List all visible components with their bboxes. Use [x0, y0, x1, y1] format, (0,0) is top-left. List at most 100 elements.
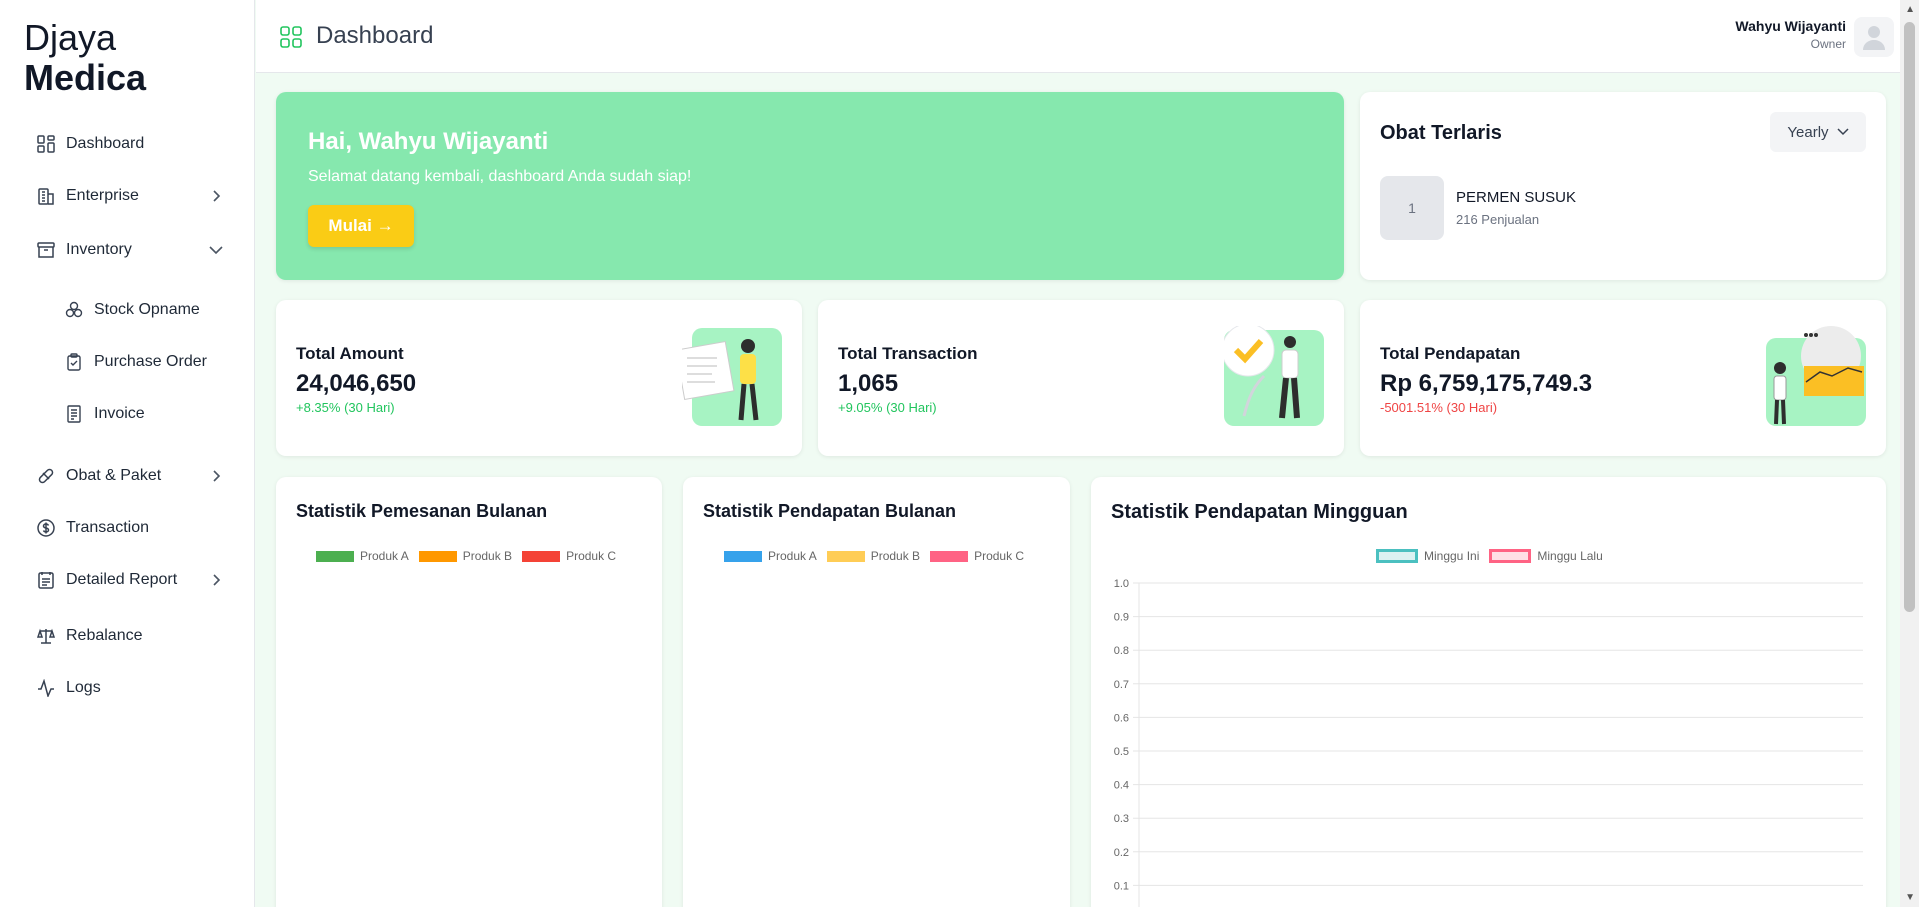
person-document-illustration [682, 328, 782, 426]
sidebar-item-label: Detailed Report [66, 571, 178, 588]
receipt-icon [64, 404, 84, 424]
building-icon [36, 186, 56, 206]
sidebar-item-label: Inventory [66, 241, 132, 258]
legend-label: Produk C [974, 549, 1025, 563]
stat-value: 24,046,650 [296, 370, 417, 397]
brand-logo[interactable]: Djaya Medica [24, 18, 146, 98]
archive-icon [36, 240, 56, 260]
stat-card-total-pendapatan: Total Pendapatan Rp 6,759,175,749.3 -500… [1360, 300, 1886, 456]
stat-value: Rp 6,759,175,749.3 [1380, 370, 1593, 397]
scroll-up-icon[interactable]: ▲ [1905, 4, 1915, 15]
legend-item[interactable]: Minggu Lalu [1489, 549, 1603, 563]
chart-title: Statistik Pendapatan Mingguan [1111, 501, 1408, 523]
legend-item[interactable]: Produk A [316, 549, 409, 563]
legend-item[interactable]: Produk B [418, 549, 513, 563]
legend-label: Produk A [768, 549, 817, 563]
stat-change: +9.05% (30 Hari) [838, 400, 937, 415]
clipboard-check-icon [64, 352, 84, 372]
chevron-right-icon [206, 570, 226, 590]
scroll-thumb[interactable] [1904, 22, 1915, 612]
scale-icon [36, 626, 56, 646]
chart-monthly-revenue: Statistik Pendapatan Bulanan Produk A Pr… [683, 477, 1070, 907]
y-tick-label: 0.2 [1114, 847, 1129, 859]
sidebar-item-transaction[interactable]: Transaction [36, 510, 226, 546]
start-button[interactable]: Mulai → [308, 205, 414, 247]
y-tick-label: 0.5 [1114, 746, 1129, 758]
medicine-name: PERMEN SUSUK [1456, 189, 1577, 206]
welcome-subtitle: Selamat datang kembali, dashboard Anda s… [308, 168, 692, 185]
welcome-banner: Hai, Wahyu Wijayanti Selamat datang kemb… [276, 92, 1344, 280]
welcome-greeting: Hai, Wahyu Wijayanti [308, 128, 549, 155]
sidebar: Djaya Medica Dashboard Enterprise Invent… [0, 0, 255, 907]
sidebar-item-rebalance[interactable]: Rebalance [36, 618, 226, 654]
sidebar-item-enterprise[interactable]: Enterprise [36, 178, 226, 214]
stat-value: 1,065 [838, 370, 899, 397]
medicine-sales: 216 Penjualan [1456, 212, 1540, 227]
stat-label: Total Transaction [838, 344, 978, 363]
y-tick-label: 0.4 [1114, 780, 1129, 792]
activity-icon [36, 678, 56, 698]
presentation-chart-illustration [1766, 326, 1866, 426]
chart-title: Statistik Pendapatan Bulanan [703, 501, 957, 521]
stat-label: Total Amount [296, 344, 404, 363]
y-tick-label: 0.6 [1114, 712, 1129, 724]
chart-legend: Minggu Ini Minggu Lalu [1376, 549, 1603, 563]
legend-item[interactable]: Produk C [522, 549, 616, 563]
sidebar-item-dashboard[interactable]: Dashboard [36, 126, 226, 162]
period-dropdown-value: Yearly [1787, 123, 1829, 141]
stat-change: -5001.51% (30 Hari) [1380, 400, 1498, 415]
sidebar-item-label: Stock Opname [94, 301, 200, 318]
chart-legend: Produk A Produk B Produk C [724, 549, 1024, 563]
legend-label: Minggu Ini [1424, 549, 1480, 563]
chevron-right-icon [206, 466, 226, 486]
sidebar-item-logs[interactable]: Logs [36, 670, 226, 706]
sidebar-item-label: Dashboard [66, 135, 145, 152]
sidebar-item-obat-paket[interactable]: Obat & Paket [36, 458, 226, 494]
legend-label: Produk A [360, 549, 409, 563]
sidebar-item-inventory[interactable]: Inventory [36, 232, 226, 268]
user-info[interactable]: Wahyu Wijayanti Owner [1735, 18, 1846, 51]
sidebar-item-stock-opname[interactable]: Stock Opname [64, 292, 224, 328]
legend-label: Produk B [462, 549, 513, 563]
legend-swatch [1376, 549, 1418, 563]
stat-card-total-amount: Total Amount 24,046,650 +8.35% (30 Hari) [276, 300, 802, 456]
brand-line1: Djaya [24, 17, 117, 58]
best-selling-title: Obat Terlaris [1380, 122, 1502, 144]
sidebar-item-label: Logs [66, 679, 101, 696]
scroll-down-icon[interactable]: ▼ [1905, 892, 1915, 903]
period-dropdown[interactable]: Yearly [1770, 112, 1866, 152]
chart-legend: Produk A Produk B Produk C [316, 549, 616, 563]
grid-icon [36, 134, 56, 154]
sidebar-item-detailed-report[interactable]: Detailed Report [36, 562, 226, 598]
legend-item[interactable]: Produk C [930, 549, 1024, 563]
legend-item[interactable]: Produk B [826, 549, 921, 563]
legend-swatch [826, 550, 865, 562]
y-tick-label: 0.7 [1114, 679, 1129, 691]
legend-label: Produk B [870, 549, 921, 563]
y-tick-label: 0.1 [1114, 880, 1129, 892]
dollar-circle-icon [36, 518, 56, 538]
sidebar-item-label: Transaction [66, 519, 149, 536]
legend-item[interactable]: Minggu Ini [1376, 549, 1479, 563]
stat-change: +8.35% (30 Hari) [296, 400, 395, 415]
chevron-down-icon [206, 240, 226, 260]
y-tick-label: 1.0 [1114, 578, 1129, 590]
sidebar-item-invoice[interactable]: Invoice [64, 396, 224, 432]
sidebar-item-purchase-order[interactable]: Purchase Order [64, 344, 224, 380]
sidebar-item-label: Rebalance [66, 627, 143, 644]
sidebar-item-label: Purchase Order [94, 353, 207, 370]
legend-label: Produk C [566, 549, 617, 563]
avatar[interactable] [1854, 17, 1894, 57]
pill-icon [36, 466, 56, 486]
legend-item[interactable]: Produk A [724, 549, 817, 563]
legend-swatch [1489, 549, 1532, 563]
y-tick-label: 0.3 [1114, 813, 1129, 825]
chart-monthly-orders: Statistik Pemesanan Bulanan Produk A Pro… [276, 477, 662, 907]
y-tick-label: 0.9 [1114, 612, 1129, 624]
chart-weekly-revenue: Statistik Pendapatan Mingguan Minggu Ini… [1091, 477, 1886, 907]
stat-label: Total Pendapatan [1380, 344, 1521, 363]
legend-swatch [724, 550, 762, 562]
sidebar-item-label: Obat & Paket [66, 467, 162, 484]
legend-swatch [316, 550, 354, 562]
page-scrollbar[interactable]: ▲ ▼ [1900, 0, 1919, 907]
